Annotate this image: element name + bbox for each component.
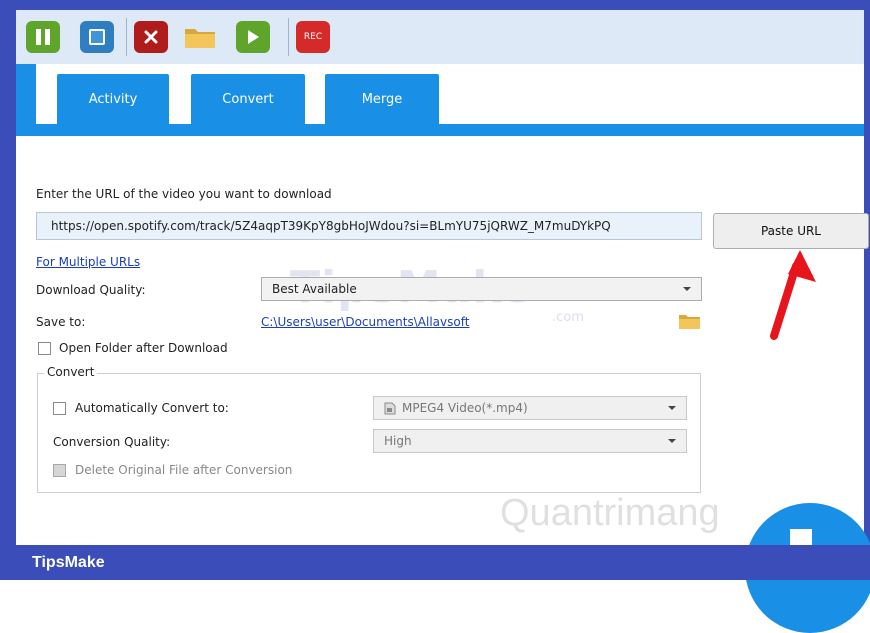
tab-strip xyxy=(16,124,864,136)
url-value: https://open.spotify.com/track/5Z4aqpT39… xyxy=(51,219,611,233)
watermark-bottom: Quantrimang xyxy=(500,492,720,534)
folder-icon xyxy=(185,29,215,48)
footer-brand: TipsMake xyxy=(32,554,105,571)
tab-label: Merge xyxy=(361,91,403,107)
toolbar: REC xyxy=(16,10,864,65)
download-quality-value: Best Available xyxy=(272,282,357,296)
toolbar-separator xyxy=(288,18,289,56)
play-icon xyxy=(248,30,259,44)
tab-merge[interactable]: Merge xyxy=(325,74,439,124)
video-file-icon xyxy=(384,402,396,415)
chevron-down-icon xyxy=(683,287,691,291)
conversion-quality-value: High xyxy=(384,434,412,448)
convert-group-title: Convert xyxy=(44,365,98,379)
pause-icon xyxy=(36,29,50,45)
open-folder-checkbox[interactable] xyxy=(38,342,51,355)
auto-convert-checkbox[interactable] xyxy=(53,402,66,415)
red-arrow-annotation xyxy=(770,250,816,340)
watermark-suffix: .com xyxy=(552,310,584,325)
url-prompt: Enter the URL of the video you want to d… xyxy=(36,187,332,201)
download-quality-label: Download Quality: xyxy=(36,283,146,297)
start-button[interactable] xyxy=(236,21,270,53)
paste-url-label: Paste URL xyxy=(760,224,821,238)
delete-button[interactable] xyxy=(134,21,168,53)
multiple-urls-link[interactable]: For Multiple URLs xyxy=(36,255,140,269)
record-button[interactable]: REC xyxy=(296,21,330,53)
stop-icon xyxy=(89,29,105,45)
toolbar-separator xyxy=(126,18,127,56)
tab-label: Activity xyxy=(88,91,138,107)
tab-convert[interactable]: Convert xyxy=(191,74,305,124)
delete-original-checkbox[interactable] xyxy=(53,464,66,477)
close-icon xyxy=(144,30,158,44)
url-input[interactable]: https://open.spotify.com/track/5Z4aqpT39… xyxy=(36,212,702,240)
stop-button[interactable] xyxy=(80,21,114,53)
tab-activity[interactable]: Activity xyxy=(57,74,169,124)
tab-strip-edge xyxy=(16,64,36,124)
chevron-down-icon xyxy=(668,439,676,443)
footer-bar xyxy=(0,545,870,580)
tab-label: Convert xyxy=(222,91,274,107)
open-folder-button[interactable] xyxy=(183,21,217,53)
open-folder-label: Open Folder after Download xyxy=(59,341,228,355)
conversion-quality-select[interactable]: High xyxy=(373,429,687,453)
delete-original-label: Delete Original File after Conversion xyxy=(75,463,293,477)
convert-format-select[interactable]: MPEG4 Video(*.mp4) xyxy=(373,396,687,420)
convert-format-value: MPEG4 Video(*.mp4) xyxy=(402,401,528,415)
pause-button[interactable] xyxy=(26,21,60,53)
browse-folder-icon[interactable] xyxy=(678,312,702,330)
auto-convert-label: Automatically Convert to: xyxy=(75,401,229,415)
save-path-link[interactable]: C:\Users\user\Documents\Allavsoft xyxy=(261,315,469,329)
save-to-label: Save to: xyxy=(36,315,86,329)
conversion-quality-label: Conversion Quality: xyxy=(53,435,171,449)
record-icon: REC xyxy=(303,32,323,42)
chevron-down-icon xyxy=(668,406,676,410)
download-quality-select[interactable]: Best Available xyxy=(261,277,702,301)
